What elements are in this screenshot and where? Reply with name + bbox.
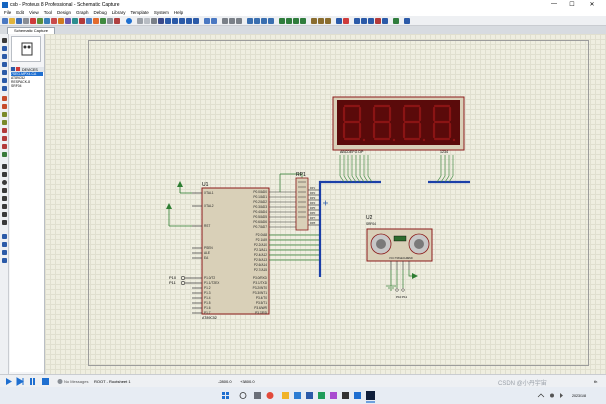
rp1-pin-label: RP6	[310, 211, 316, 215]
volume-icon[interactable]	[560, 393, 563, 398]
u1-pin-label: P3.4/T0	[256, 296, 267, 300]
u1-pin-label: P0.5/AD5	[253, 215, 267, 219]
windows-start-icon[interactable]	[222, 392, 229, 399]
u2-trig-net-label[interactable]: P10	[396, 295, 402, 299]
terminal-node-icon	[181, 275, 186, 280]
rp1-pin-label: RP7	[310, 216, 316, 220]
u2-part: SRF04	[366, 222, 376, 226]
network-icon[interactable]	[550, 393, 554, 398]
terminal-node-icon	[395, 288, 399, 292]
u2-echo-net-label[interactable]: P11	[402, 295, 407, 299]
stop-icon[interactable]	[42, 378, 49, 385]
u1-pin-label: P2.3/A11	[254, 248, 267, 252]
u2-pin-label: GND	[407, 256, 413, 260]
cursor-crosshair-icon	[323, 200, 328, 206]
search-icon[interactable]	[239, 392, 247, 399]
coord-x: -2800.0	[218, 379, 232, 384]
u1-pin-label: XTAL2	[204, 204, 214, 208]
task-view-icon[interactable]	[254, 392, 261, 399]
u1-pin-label: P1.0/T2	[204, 276, 215, 280]
u1-pin-label: P2.6/A14	[254, 263, 267, 267]
app-icon[interactable]	[330, 392, 337, 399]
segment-pins-label: ABCDEFG DP	[340, 150, 364, 154]
schematic-drawing: U1 AT89C52 XTAL1 XTAL2 RST PSEN ALE EA P…	[166, 96, 470, 320]
u1-pin-label: RST	[204, 224, 210, 228]
rp1-pin-label: RP5	[310, 206, 316, 210]
message-icon	[57, 379, 63, 384]
rp1-pin-label: RP1	[310, 186, 316, 190]
wechat-icon[interactable]	[318, 392, 325, 399]
u1-pin-label: P2.4/A12	[254, 253, 267, 257]
u1-pin-label: P1.4	[204, 296, 211, 300]
u1-ref: U1	[202, 182, 209, 188]
u1-pin-label: P3.0/RXD	[253, 276, 268, 280]
app-icon[interactable]	[354, 392, 361, 399]
rp1-body[interactable]	[295, 177, 309, 231]
terminal-icon[interactable]	[342, 392, 349, 399]
play-icon[interactable]	[6, 378, 12, 385]
u1-pin-label: P0.3/AD3	[253, 205, 267, 209]
rp1-pin-label: RP3	[310, 196, 316, 200]
u1-pin-label: P1.7	[204, 311, 211, 315]
u1-pin-label: P1.3	[204, 291, 211, 295]
pause-icon[interactable]	[30, 378, 32, 385]
u1-pin-label: P2.5/A13	[254, 258, 267, 262]
terminal-node-icon	[401, 288, 405, 292]
vcc-terminal-icon	[412, 273, 418, 279]
u1-pin-label: P3.5/T1	[256, 301, 267, 305]
messages-text[interactable]: No Messages	[64, 379, 88, 384]
taskbar-icons	[222, 391, 563, 403]
u1-pin-label: P1.6	[204, 306, 211, 310]
rp1-pin-label: RP8	[310, 221, 316, 225]
u1-pin-label: P0.2/AD2	[253, 200, 267, 204]
vcc-terminal-icon	[177, 181, 183, 187]
u1-pin-label: P3.6/WR	[254, 306, 267, 310]
step-icon[interactable]	[16, 377, 24, 386]
u1-pin-label: PSEN	[204, 246, 213, 250]
u1-pin-label: P3.3/INT1	[253, 291, 268, 295]
u1-pin-label: ALE	[204, 251, 210, 255]
coord-unit: th	[594, 379, 598, 384]
terminal-node-icon	[181, 280, 186, 285]
u1-pin-label: P2.2/A10	[254, 243, 267, 247]
file-explorer-icon[interactable]	[282, 392, 289, 399]
rp1-ref: RP1	[296, 172, 306, 178]
word-icon[interactable]	[306, 392, 313, 399]
edge-icon[interactable]	[294, 392, 301, 399]
rp1-pin-label: RP4	[310, 201, 316, 205]
u1-pin-label: P1.2	[204, 286, 211, 290]
digit-pins-label: 1234	[440, 150, 448, 154]
u1-pin-label: XTAL1	[204, 191, 214, 195]
u2-pin-label: VCC	[389, 256, 395, 260]
proteus-taskbar-icon[interactable]	[366, 391, 375, 400]
u1-pin-label: P0.1/AD1	[253, 195, 267, 199]
taskbar-date: 2023/1/8	[572, 394, 586, 398]
u1-pin-label: P2.0/A8	[256, 233, 268, 237]
rp1-pin-label: RP2	[310, 191, 316, 195]
sheet-name: ROOT - Rootsheet 1	[94, 379, 131, 384]
tray-expand-icon[interactable]	[537, 393, 545, 398]
os-taskbar: CSDN @小丹宇宙 2023/1/8	[0, 381, 606, 404]
net-label-p11[interactable]: P11	[169, 280, 177, 285]
watermark: CSDN @小丹宇宙	[498, 381, 547, 387]
u1-pin-label: P2.1/A9	[256, 238, 268, 242]
u1-part: AT89C52	[202, 316, 217, 320]
u1-pin-label: P0.7/AD7	[253, 225, 267, 229]
u1-pin-label: P0.4/AD4	[253, 210, 267, 214]
u2-ref: U2	[366, 215, 373, 221]
u1-pin-label: P3.7/RD	[255, 311, 268, 315]
u1-pin-label: P1.5	[204, 301, 211, 305]
chrome-icon[interactable]	[266, 392, 274, 399]
u1-pin-label: P0.6/AD6	[253, 220, 267, 224]
u1-pin-label: P0.0/AD0	[253, 190, 267, 194]
vcc-terminal-icon	[166, 203, 172, 209]
u1-pin-label: P3.1/TXD	[253, 281, 268, 285]
u2-crystal-icon	[393, 235, 407, 242]
coord-y: +3800.0	[240, 379, 255, 384]
u1-pin-label: P3.2/INT0	[253, 286, 268, 290]
u1-pin-label: P2.7/A15	[254, 268, 267, 272]
u1-pin-label: P1.1/T2EX	[204, 281, 220, 285]
